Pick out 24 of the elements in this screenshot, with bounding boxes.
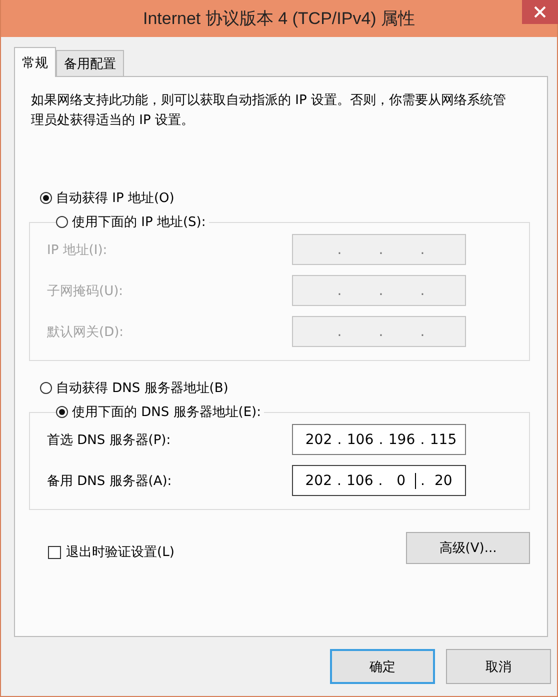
dialog-button[interactable]: 取消	[446, 649, 551, 684]
radio-label: 自动获得 DNS 服务器地址(B)	[56, 380, 228, 397]
ip-address-field[interactable]: 202 . 106 . 0 . 20	[292, 465, 466, 496]
radio-button[interactable]	[40, 382, 52, 394]
checkbox-label: 退出时验证设置(L)	[66, 544, 174, 561]
dialog-button[interactable]: 确定	[330, 649, 435, 684]
advanced-button[interactable]: 高级(V)...	[406, 532, 530, 564]
close-icon	[534, 6, 546, 18]
tab[interactable]: 常规	[14, 47, 56, 77]
radio-label: 自动获得 IP 地址(O)	[56, 190, 174, 207]
window-title: Internet 协议版本 4 (TCP/IPv4) 属性	[142, 8, 416, 30]
field-label: 备用 DNS 服务器(A):	[47, 472, 173, 490]
field-label: 首选 DNS 服务器(P):	[47, 432, 172, 448]
description-text: 如果网络支持此功能，则可以获取自动指派的 IP 设置。否则，你需要从网络系统管理员处获得适当的 IP 设置。	[31, 92, 507, 130]
radio-label: 使用下面的 DNS 服务器地址(E):	[72, 404, 261, 421]
field-label: IP 地址(I):	[47, 242, 108, 258]
radio-button[interactable]	[56, 406, 68, 418]
close-button[interactable]	[522, 0, 558, 24]
field-label: 子网掩码(U):	[47, 282, 124, 300]
ip-address-field[interactable]: 202 . 106 . 196 . 115	[292, 424, 466, 455]
checkbox[interactable]	[48, 546, 61, 558]
field-label: 默认网关(D):	[47, 324, 125, 340]
tab[interactable]: 备用配置	[56, 50, 124, 76]
radio-label: 使用下面的 IP 地址(S):	[72, 214, 206, 231]
